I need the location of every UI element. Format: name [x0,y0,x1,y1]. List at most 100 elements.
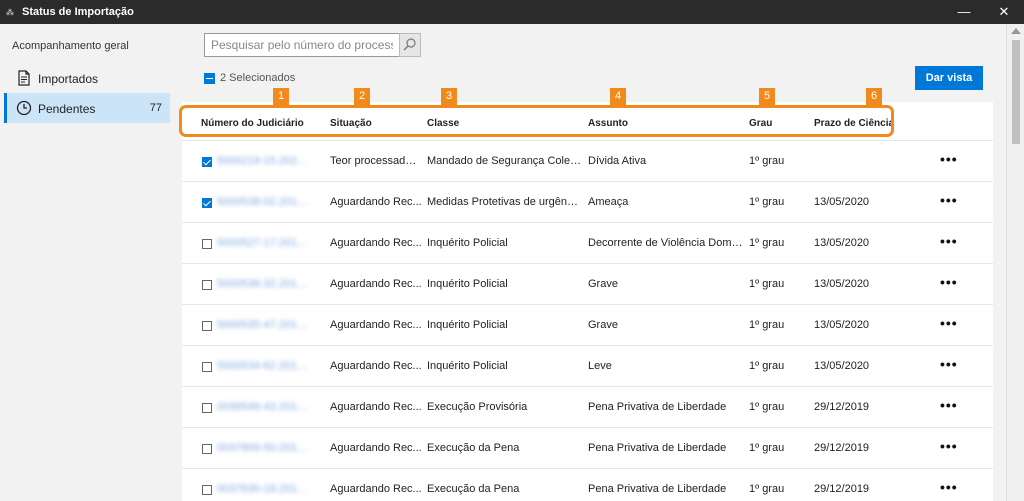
cell-classe: Medidas Protetivas de urgênci... [427,196,583,208]
more-options-icon[interactable]: ••• [940,479,958,495]
row-checkbox[interactable] [202,280,212,290]
pending-count: 77 [149,102,162,114]
row-checkbox[interactable] [202,485,212,495]
search-button[interactable] [399,33,421,57]
more-options-icon[interactable]: ••• [940,438,958,454]
column-highlight-annotation: 1 2 3 4 5 6 [179,88,894,137]
cell-prazo: 13/05/2020 [814,360,870,372]
cell-numero[interactable]: 5000219-15.2020.8... [217,155,309,167]
cell-grau: 1º grau [749,360,785,372]
cell-situacao: Aguardando Rec... [330,483,422,495]
document-icon [16,70,32,86]
cell-assunto: Decorrente de Violência Domé... [588,237,744,249]
cell-numero[interactable]: 5000538-02.2019.8... [217,196,309,208]
cell-numero[interactable]: 5000527-17.2019.8... [217,237,309,249]
annotation-badge: 5 [759,88,775,105]
table-row[interactable]: 0039549-43.2019.8... Aguardando Rec... Exe… [182,387,993,428]
table-row[interactable]: 5000527-17.2019.8... Aguardando Rec... Inq… [182,223,993,264]
cell-grau: 1º grau [749,237,785,249]
more-options-icon[interactable]: ••• [940,315,958,331]
cell-prazo: 29/12/2019 [814,401,870,413]
deselect-all-checkbox[interactable] [204,73,215,84]
cell-situacao: Aguardando Rec... [330,319,422,331]
cell-classe: Inquérito Policial [427,237,508,249]
sidebar-item-importados[interactable]: Importados [4,63,170,93]
cell-classe: Execução da Pena [427,483,520,495]
annotation-badge: 3 [441,88,457,105]
cell-classe: Execução Provisória [427,401,528,413]
cell-situacao: Aguardando Rec... [330,360,422,372]
cell-prazo: 29/12/2019 [814,483,870,495]
window-title: Status de Importação [22,6,134,18]
cell-classe: Inquérito Policial [427,278,508,290]
dar-vista-button[interactable]: Dar vista [915,66,983,90]
vertical-scrollbar[interactable] [1006,24,1024,501]
cell-numero[interactable]: 0037630-19.2019.8.1... [217,483,309,495]
cell-situacao: Teor processado ... [330,155,422,167]
scroll-thumb[interactable] [1012,40,1020,144]
table-row[interactable]: 5000534-62.2019.8... Aguardando Rec... Inq… [182,346,993,387]
cell-assunto: Pena Privativa de Liberdade [588,483,727,495]
cell-grau: 1º grau [749,401,785,413]
cell-grau: 1º grau [749,442,785,454]
table-row[interactable]: 0037630-19.2019.8.1... Aguardando Rec... E… [182,469,993,501]
row-checkbox[interactable] [202,444,212,454]
selected-count-text: 2 Selecionados [220,72,296,84]
cell-assunto: Grave [588,319,618,331]
table-row[interactable]: 5000535-47.2019.8... Aguardando Rec... Inq… [182,305,993,346]
cell-assunto: Dívida Ativa [588,155,647,167]
cell-assunto: Pena Privativa de Liberdade [588,442,727,454]
search-box [204,33,400,57]
cell-situacao: Aguardando Rec... [330,237,422,249]
cell-grau: 1º grau [749,155,785,167]
annotation-badge: 2 [354,88,370,105]
row-checkbox[interactable] [202,198,212,208]
sidebar: Acompanhamento geral Importados Pendente… [0,24,170,501]
more-options-icon[interactable]: ••• [940,397,958,413]
cell-prazo: 13/05/2020 [814,319,870,331]
row-checkbox[interactable] [202,403,212,413]
annotation-badge: 6 [866,88,882,105]
title-bar: ⁂ Status de Importação — ✕ [0,0,1024,24]
search-input[interactable] [205,34,399,56]
scroll-up-icon[interactable] [1011,28,1021,34]
more-options-icon[interactable]: ••• [940,356,958,372]
row-checkbox[interactable] [202,239,212,249]
cell-classe: Mandado de Segurança Coleti... [427,155,583,167]
cell-prazo: 13/05/2020 [814,237,870,249]
row-checkbox[interactable] [202,321,212,331]
cell-grau: 1º grau [749,278,785,290]
cell-prazo: 13/05/2020 [814,196,870,208]
cell-situacao: Aguardando Rec... [330,196,422,208]
table-row[interactable]: 5000536-32.2019.8... Aguardando Rec... Inq… [182,264,993,305]
cell-assunto: Grave [588,278,618,290]
cell-classe: Inquérito Policial [427,360,508,372]
cell-numero[interactable]: 0037809-50.2019.8... [217,442,309,454]
cell-numero[interactable]: 5000536-32.2019.8... [217,278,309,290]
sidebar-item-pendentes[interactable]: Pendentes 77 [4,93,170,123]
more-options-icon[interactable]: ••• [940,151,958,167]
annotation-badge: 1 [273,88,289,105]
cell-prazo: 13/05/2020 [814,278,870,290]
cell-numero[interactable]: 5000535-47.2019.8... [217,319,309,331]
svg-text:⁂: ⁂ [6,8,14,17]
cell-situacao: Aguardando Rec... [330,442,422,454]
table-row[interactable]: 5000538-02.2019.8... Aguardando Rec... Med… [182,182,993,223]
cell-classe: Execução da Pena [427,442,520,454]
minimize-button[interactable]: — [944,0,984,24]
table-row[interactable]: 0037809-50.2019.8... Aguardando Rec... Exe… [182,428,993,469]
more-options-icon[interactable]: ••• [940,192,958,208]
row-checkbox[interactable] [202,157,212,167]
cell-grau: 1º grau [749,196,785,208]
more-options-icon[interactable]: ••• [940,274,958,290]
annotation-badge: 4 [610,88,626,105]
cell-numero[interactable]: 5000534-62.2019.8... [217,360,309,372]
row-checkbox[interactable] [202,362,212,372]
more-options-icon[interactable]: ••• [940,233,958,249]
table-row[interactable]: 5000219-15.2020.8... Teor processado ... M… [182,141,993,182]
close-button[interactable]: ✕ [984,0,1024,24]
cell-numero[interactable]: 0039549-43.2019.8... [217,401,309,413]
cell-classe: Inquérito Policial [427,319,508,331]
clock-icon [16,100,32,116]
sidebar-item-label: Pendentes [38,102,96,116]
